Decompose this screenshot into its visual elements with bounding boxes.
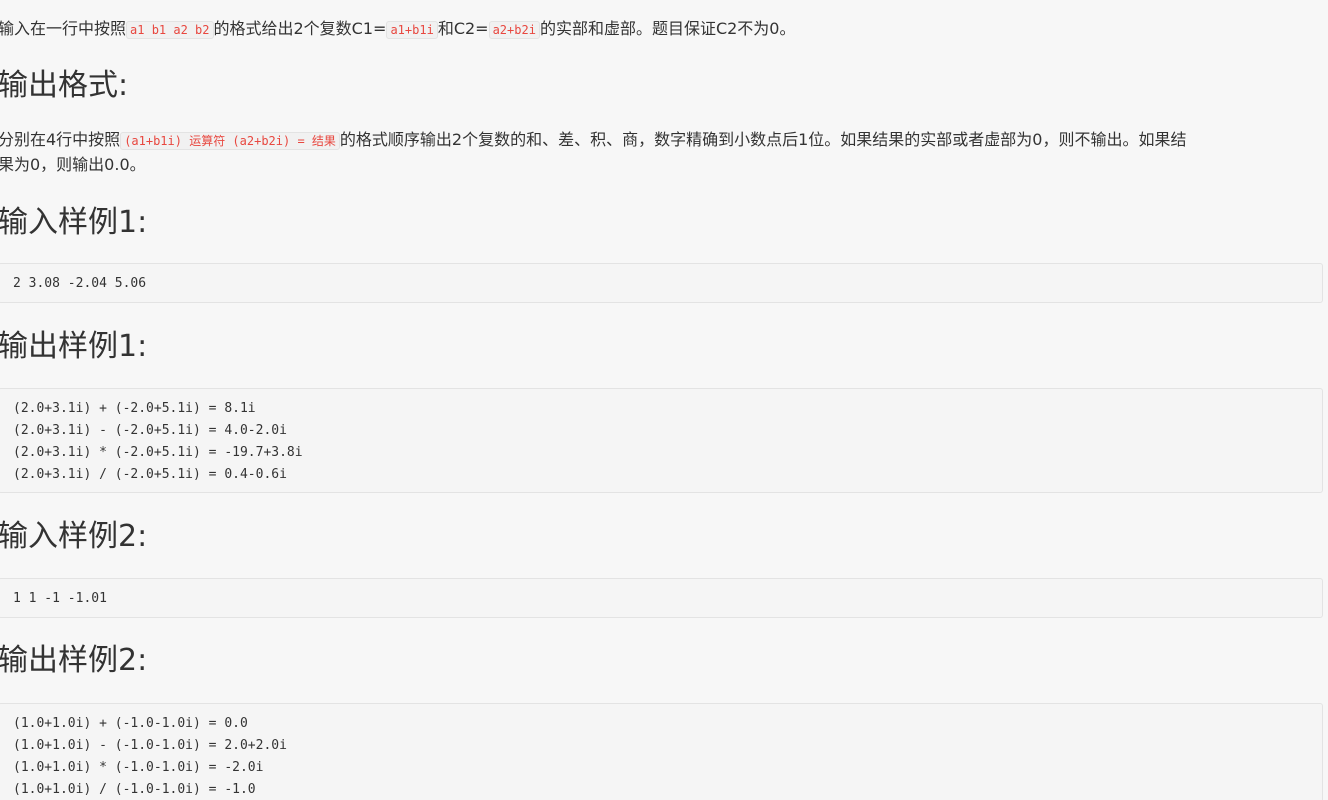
output-format-code: (a1+b1i) 运算符 (a2+b2i) = 结果 [120, 132, 340, 150]
sample-output-2-line: (1.0+1.0i) * (-1.0-1.0i) = -2.0i [13, 760, 264, 775]
sample-input-1-block: 2 3.08 -2.04 5.06 [0, 263, 1323, 303]
output-description: 分别在4行中按照 (a1+b1i) 运算符 (a2+b2i) = 结果 的格式顺序输… [0, 128, 1325, 177]
sample-output-1-line: (2.0+3.1i) / (-2.0+5.1i) = 0.4-0.6i [13, 467, 287, 482]
c1-code: a1+b1i [386, 21, 438, 39]
sample-input-1-line: 2 3.08 -2.04 5.06 [13, 276, 147, 291]
sample-output-2-line: (1.0+1.0i) - (-1.0-1.0i) = 2.0+2.0i [13, 738, 287, 753]
sample-output-2-line: (1.0+1.0i) / (-1.0-1.0i) = -1.0 [13, 782, 256, 797]
input-description: 输入在一行中按照 a1 b1 a2 b2 的格式给出2个复数C1= a1+b1i 和C2… [0, 17, 795, 42]
sample-input-2-block: 1 1 -1 -1.01 [0, 578, 1323, 618]
input-format-code: a1 b1 a2 b2 [126, 21, 214, 39]
sample-output-1-line: (2.0+3.1i) - (-2.0+5.1i) = 4.0-2.0i [13, 423, 287, 438]
sample-output-1-heading: 输出样例1: [0, 329, 148, 364]
input-desc-text-1: 输入在一行中按照 [0, 19, 127, 38]
input-desc-text-2: 的格式给出2个复数C1= [213, 19, 387, 38]
sample-output-2-line: (1.0+1.0i) + (-1.0-1.0i) = 0.0 [13, 716, 248, 731]
input-desc-text-3: 和C2= [437, 19, 489, 38]
sample-output-1-line: (2.0+3.1i) + (-2.0+5.1i) = 8.1i [13, 401, 256, 416]
output-desc-text-1: 分别在4行中按照 [0, 130, 121, 149]
output-format-heading: 输出格式: [0, 68, 129, 103]
output-desc-text-3: 果为0，则输出0.0。 [0, 155, 146, 174]
c2-code: a2+b2i [488, 21, 540, 39]
output-desc-text-2: 的格式顺序输出2个复数的和、差、积、商，数字精确到小数点后1位。如果结果的实部或… [339, 130, 1187, 149]
input-desc-text-4: 的实部和虚部。题目保证C2不为0。 [539, 19, 796, 38]
sample-input-2-line: 1 1 -1 -1.01 [13, 591, 107, 606]
sample-output-1-line: (2.0+3.1i) * (-2.0+5.1i) = -19.7+3.8i [13, 445, 303, 460]
sample-output-2-block: (1.0+1.0i) + (-1.0-1.0i) = 0.0 (1.0+1.0i)… [0, 703, 1323, 800]
sample-input-2-heading: 输入样例2: [0, 519, 148, 554]
sample-output-1-block: (2.0+3.1i) + (-2.0+5.1i) = 8.1i (2.0+3.1i… [0, 388, 1323, 493]
sample-input-1-heading: 输入样例1: [0, 205, 148, 240]
sample-output-2-heading: 输出样例2: [0, 643, 148, 678]
